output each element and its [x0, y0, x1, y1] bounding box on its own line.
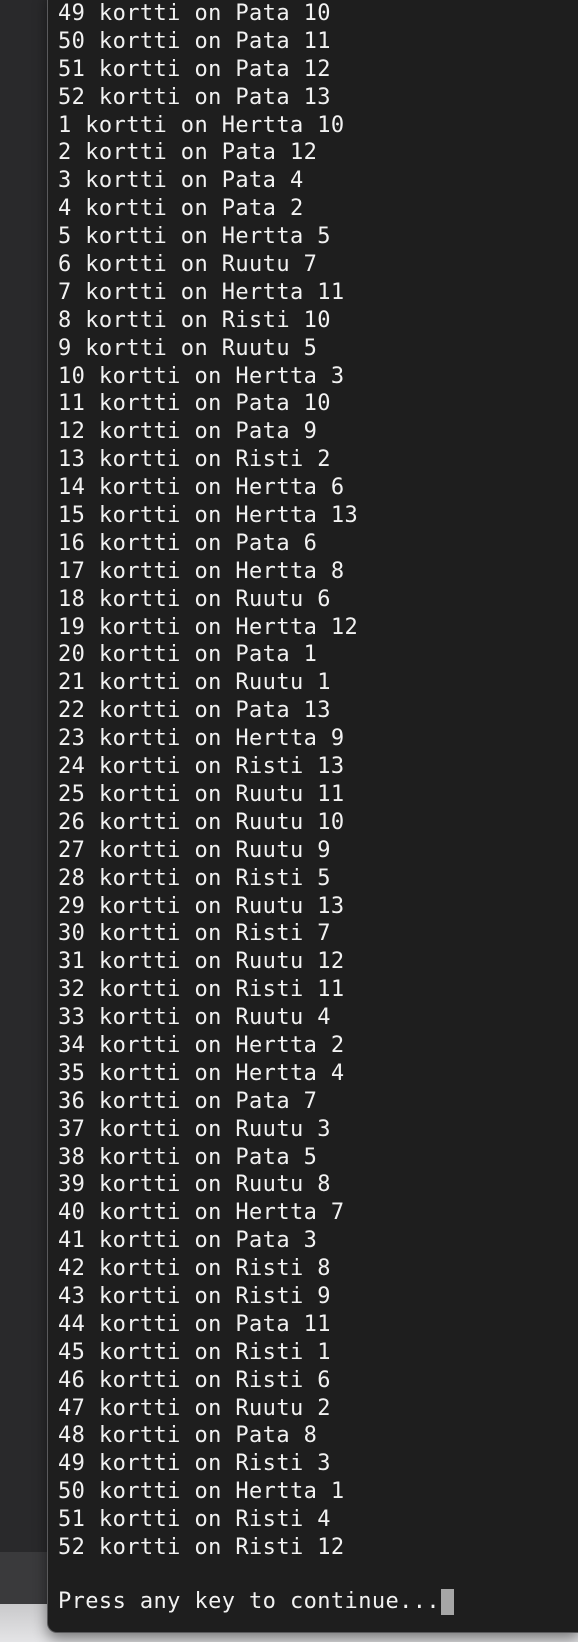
- output-line: 37 kortti on Ruutu 3: [58, 1116, 331, 1142]
- text-cursor: [441, 1589, 455, 1615]
- output-line: 46 kortti on Risti 6: [58, 1367, 331, 1393]
- output-line: 50 kortti on Hertta 1: [58, 1479, 345, 1505]
- output-line: 52 kortti on Risti 12: [58, 1534, 345, 1560]
- output-line: 48 kortti on Pata 8: [58, 1423, 318, 1449]
- output-line: 21 kortti on Ruutu 1: [58, 670, 331, 696]
- output-line: 44 kortti on Pata 11: [58, 1311, 331, 1337]
- output-line: 4 kortti on Pata 2: [58, 196, 304, 222]
- continue-prompt: Press any key to continue...: [58, 1588, 455, 1616]
- continue-prompt-text: Press any key to continue...: [58, 1589, 441, 1614]
- output-line: 49 kortti on Risti 3: [58, 1451, 331, 1477]
- output-line: 23 kortti on Hertta 9: [58, 726, 345, 752]
- output-line: 16 kortti on Pata 6: [58, 530, 318, 556]
- output-line: 2 kortti on Pata 12: [58, 140, 318, 166]
- output-line: 34 kortti on Hertta 2: [58, 1032, 345, 1058]
- output-line: 32 kortti on Risti 11: [58, 977, 345, 1003]
- output-line: 31 kortti on Ruutu 12: [58, 949, 345, 975]
- output-line: 45 kortti on Risti 1: [58, 1339, 331, 1365]
- output-line: 7 kortti on Hertta 11: [58, 279, 345, 305]
- output-line: 42 kortti on Risti 8: [58, 1256, 331, 1282]
- output-line: 33 kortti on Ruutu 4: [58, 1005, 331, 1031]
- output-line: 28 kortti on Risti 5: [58, 865, 331, 891]
- output-line: 39 kortti on Ruutu 8: [58, 1172, 331, 1198]
- output-line: 29 kortti on Ruutu 13: [58, 893, 345, 919]
- output-line: 27 kortti on Ruutu 9: [58, 837, 331, 863]
- output-line: 43 kortti on Risti 9: [58, 1283, 331, 1309]
- output-line: 30 kortti on Risti 7: [58, 921, 331, 947]
- output-line: 1 kortti on Hertta 10: [58, 112, 345, 138]
- output-line: 15 kortti on Hertta 13: [58, 503, 359, 529]
- background-window-edge: [0, 1552, 48, 1604]
- output-line: 24 kortti on Risti 13: [58, 754, 345, 780]
- output-line: 35 kortti on Hertta 4: [58, 1060, 345, 1086]
- output-line: 47 kortti on Ruutu 2: [58, 1395, 331, 1421]
- terminal-output: 49 kortti on Pata 10 50 kortti on Pata 11…: [58, 0, 578, 1562]
- output-line: 51 kortti on Pata 12: [58, 56, 331, 82]
- output-line: 8 kortti on Risti 10: [58, 307, 331, 333]
- output-line: 25 kortti on Ruutu 11: [58, 781, 345, 807]
- terminal-window[interactable]: 49 kortti on Pata 10 50 kortti on Pata 11…: [47, 0, 578, 1633]
- output-line: 13 kortti on Risti 2: [58, 447, 331, 473]
- output-line: 40 kortti on Hertta 7: [58, 1200, 345, 1226]
- output-line: 19 kortti on Hertta 12: [58, 614, 359, 640]
- output-line: 6 kortti on Ruutu 7: [58, 252, 318, 278]
- output-line: 10 kortti on Hertta 3: [58, 363, 345, 389]
- output-line: 11 kortti on Pata 10: [58, 391, 331, 417]
- output-line: 18 kortti on Ruutu 6: [58, 586, 331, 612]
- output-line: 26 kortti on Ruutu 10: [58, 809, 345, 835]
- output-line: 49 kortti on Pata 10: [58, 1, 331, 26]
- output-line: 22 kortti on Pata 13: [58, 698, 331, 724]
- output-line: 52 kortti on Pata 13: [58, 84, 331, 110]
- output-line: 9 kortti on Ruutu 5: [58, 335, 318, 361]
- output-line: 38 kortti on Pata 5: [58, 1144, 318, 1170]
- desktop: 49 kortti on Pata 10 50 kortti on Pata 11…: [0, 0, 578, 1642]
- output-line: 36 kortti on Pata 7: [58, 1088, 318, 1114]
- output-line: 17 kortti on Hertta 8: [58, 558, 345, 584]
- output-line: 12 kortti on Pata 9: [58, 419, 318, 445]
- output-line: 5 kortti on Hertta 5: [58, 224, 331, 250]
- output-line: 20 kortti on Pata 1: [58, 642, 318, 668]
- output-line: 50 kortti on Pata 11: [58, 28, 331, 54]
- output-line: 14 kortti on Hertta 6: [58, 475, 345, 501]
- output-line: 51 kortti on Risti 4: [58, 1507, 331, 1533]
- output-line: 3 kortti on Pata 4: [58, 168, 304, 194]
- output-line: 41 kortti on Pata 3: [58, 1228, 318, 1254]
